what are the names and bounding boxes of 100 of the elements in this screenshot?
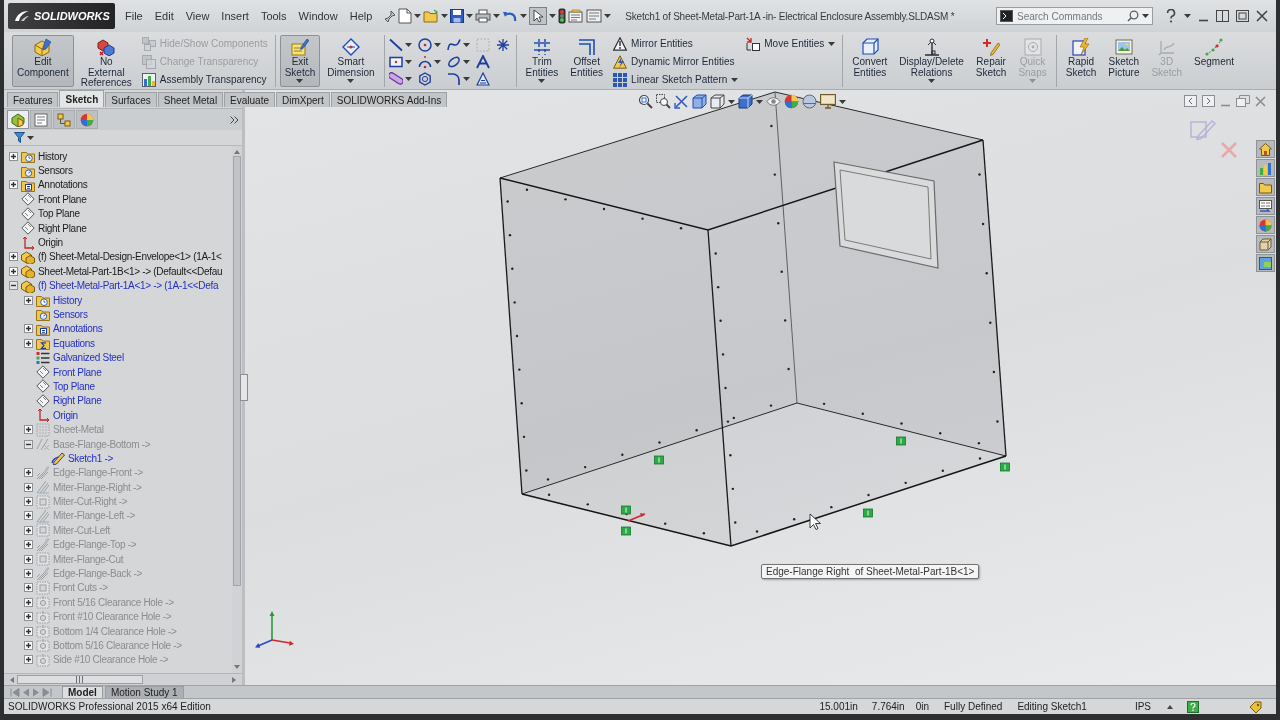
expand-icon[interactable] xyxy=(24,583,33,593)
double-chevron-icon[interactable] xyxy=(230,115,239,124)
caret-icon[interactable] xyxy=(404,76,412,81)
tree-item[interactable]: Annotations xyxy=(53,322,103,336)
tile-windows-icon[interactable] xyxy=(1216,10,1229,22)
command-tab[interactable]: Evaluate xyxy=(224,92,276,107)
ribbon-button[interactable]: Edit Component xyxy=(12,35,74,87)
scrollbar-thumb[interactable] xyxy=(233,156,241,586)
menu-item[interactable]: Tools xyxy=(254,6,293,26)
splitter-handle[interactable] xyxy=(240,374,248,401)
scroll-right-icon[interactable] xyxy=(232,676,236,683)
arc-tool-icon[interactable] xyxy=(417,54,432,69)
menu-item[interactable]: File xyxy=(119,6,149,26)
expand-icon[interactable] xyxy=(24,554,33,564)
task-pane-tab[interactable] xyxy=(1256,235,1275,253)
previous-pane-icon[interactable] xyxy=(1184,95,1197,107)
caret-icon[interactable] xyxy=(731,77,739,82)
tree-item[interactable]: (f) Sheet-Metal-Design-Envelope<1> (1A-1< xyxy=(38,250,222,264)
pin-icon[interactable] xyxy=(384,10,397,22)
panel-tab[interactable] xyxy=(7,110,29,129)
search-field[interactable]: Search Commands xyxy=(996,7,1153,25)
ribbon-button[interactable]: Exit Sketch xyxy=(279,35,321,87)
save-icon[interactable] xyxy=(450,9,465,23)
ribbon-button[interactable]: Display/Delete Relations xyxy=(894,35,969,87)
expand-icon[interactable] xyxy=(24,482,33,492)
expand-icon[interactable] xyxy=(24,468,33,478)
select-pointer-icon[interactable] xyxy=(529,7,548,25)
task-pane-tab[interactable] xyxy=(1256,216,1275,234)
maximize-icon[interactable] xyxy=(1236,10,1249,22)
task-pane-tab[interactable] xyxy=(1256,254,1275,272)
tree-item[interactable]: Sheet-Metal-Part-1B<1> -> (Default<<Defau xyxy=(38,264,223,278)
command-tab[interactable]: DimXpert xyxy=(276,92,330,107)
rectangle-tool-icon[interactable] xyxy=(388,54,403,69)
tree-item[interactable]: Right Plane xyxy=(38,221,87,235)
view-tab[interactable]: Model xyxy=(62,686,103,698)
tree-item[interactable]: Top Plane xyxy=(38,207,80,221)
caret-icon[interactable] xyxy=(296,79,304,83)
task-pane-tab[interactable] xyxy=(1256,197,1275,215)
collapse-icon[interactable] xyxy=(24,439,33,449)
solid-cube-icon[interactable] xyxy=(738,94,753,109)
menu-item[interactable]: Edit xyxy=(148,6,180,26)
expand-icon[interactable] xyxy=(24,612,33,622)
ribbon-button[interactable]: Linear Sketch Pattern xyxy=(610,71,742,88)
caret-icon[interactable] xyxy=(520,14,528,18)
tree-item[interactable]: Sensors xyxy=(38,164,73,178)
caret-icon[interactable] xyxy=(549,14,557,18)
caret-icon[interactable] xyxy=(928,79,936,83)
search-icon[interactable] xyxy=(1127,10,1139,22)
close-icon[interactable] xyxy=(1256,10,1268,22)
tree-item[interactable]: Annotations xyxy=(38,178,88,192)
monitor-icon[interactable] xyxy=(820,94,836,109)
caret-icon[interactable] xyxy=(433,42,441,47)
caret-icon[interactable] xyxy=(462,42,470,47)
fillet-tool-icon[interactable] xyxy=(446,71,461,86)
color-ball-icon[interactable] xyxy=(784,94,799,109)
line-tool-icon[interactable] xyxy=(388,37,403,52)
circle-tool-icon[interactable] xyxy=(417,37,432,52)
caret-icon[interactable] xyxy=(839,99,846,104)
tree-item[interactable]: Right Plane xyxy=(53,394,102,408)
menu-item[interactable]: View xyxy=(179,6,216,26)
command-tab[interactable]: SOLIDWORKS Add-Ins xyxy=(330,92,448,107)
traffic-light-icon[interactable] xyxy=(558,8,567,24)
task-pane-tab[interactable] xyxy=(1256,178,1275,196)
tree-item[interactable]: Origin xyxy=(53,408,78,422)
collapse-icon[interactable] xyxy=(9,281,18,291)
tree-item[interactable]: Front Plane xyxy=(53,365,102,379)
new-file-icon[interactable] xyxy=(398,8,413,24)
next-pane-icon[interactable] xyxy=(1202,95,1215,107)
expand-icon[interactable] xyxy=(24,324,33,334)
caret-icon[interactable] xyxy=(756,99,763,104)
ribbon-button[interactable]: Sketch Picture xyxy=(1103,35,1145,87)
caret-icon[interactable] xyxy=(466,14,474,18)
slot-tool-icon[interactable] xyxy=(388,71,403,86)
caret-icon[interactable] xyxy=(1184,14,1191,18)
caret-icon[interactable] xyxy=(828,41,836,46)
tree-item[interactable]: Front Plane xyxy=(38,192,87,206)
task-pane-tab[interactable] xyxy=(1256,140,1275,158)
ellipse-tool-icon[interactable] xyxy=(446,54,461,69)
scroll-down-icon[interactable] xyxy=(234,665,240,669)
tree-item[interactable]: History xyxy=(38,149,67,163)
ribbon-button[interactable]: Rapid Sketch xyxy=(1060,35,1102,87)
caret-icon[interactable] xyxy=(414,14,422,18)
undo-icon[interactable] xyxy=(502,9,519,23)
outline-text-tool-icon[interactable] xyxy=(475,71,490,86)
polygon-tool-icon[interactable] xyxy=(417,71,432,86)
expand-icon[interactable] xyxy=(24,338,33,348)
panel-tab[interactable] xyxy=(53,110,75,129)
panel-tab[interactable] xyxy=(30,110,52,129)
tree-item[interactable]: Sensors xyxy=(53,308,88,321)
expand-icon[interactable] xyxy=(9,252,18,262)
expand-icon[interactable] xyxy=(9,266,18,276)
ribbon-button[interactable]: Segment xyxy=(1189,35,1240,87)
caret-icon[interactable] xyxy=(462,59,470,64)
task-pane-tab[interactable] xyxy=(1256,159,1275,177)
ribbon-button[interactable]: Convert Entities xyxy=(847,35,893,87)
restore-icon[interactable] xyxy=(1236,95,1250,107)
zoom-to-fit-icon[interactable] xyxy=(638,94,653,109)
help-icon[interactable] xyxy=(1165,9,1177,23)
ribbon-button[interactable]: Dynamic Mirror Entities xyxy=(610,53,742,70)
caret-icon[interactable] xyxy=(493,14,501,18)
